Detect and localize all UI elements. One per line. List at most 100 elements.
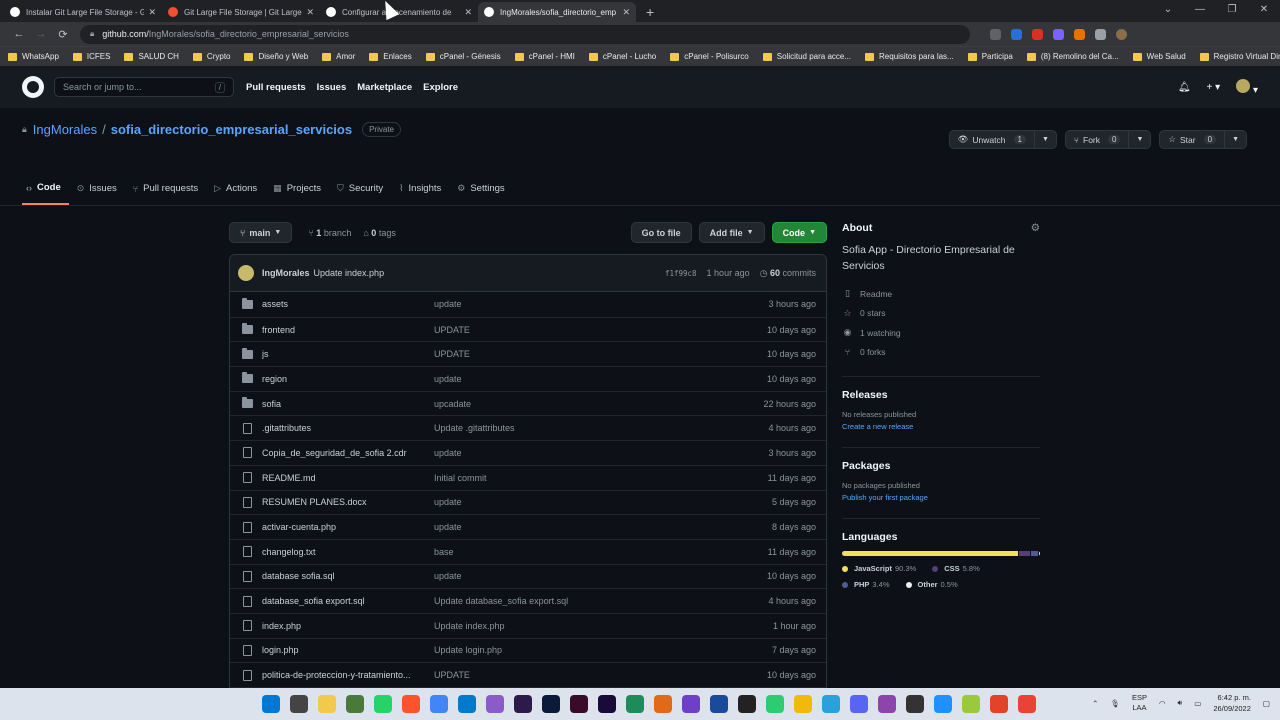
bell-icon[interactable]: 🔔︎ xyxy=(1178,82,1191,93)
file-commit-message[interactable]: upcadate xyxy=(434,399,763,409)
bookmark-item[interactable]: WhatsApp xyxy=(8,52,59,61)
repo-tab-security[interactable]: ⛉ Security xyxy=(333,182,391,205)
taskbar-app-icon[interactable] xyxy=(850,695,868,713)
file-name-link[interactable]: Copia_de_seguridad_de_sofia 2.cdr xyxy=(262,448,434,458)
bookmark-item[interactable]: Diseño y Web xyxy=(244,52,308,61)
file-row[interactable]: sofia upcadate 22 hours ago xyxy=(230,390,826,416)
taskbar-app-icon[interactable] xyxy=(290,695,308,713)
file-name-link[interactable]: frontend xyxy=(262,325,434,335)
file-commit-message[interactable]: UPDATE xyxy=(434,349,767,359)
taskbar-app-icon[interactable] xyxy=(430,695,448,713)
file-commit-message[interactable]: update xyxy=(434,448,768,458)
file-commit-message[interactable]: Update database_sofia export.sql xyxy=(434,596,768,606)
publish-package-link[interactable]: Publish your first package xyxy=(842,492,1040,504)
github-logo-icon[interactable] xyxy=(22,76,44,98)
file-row[interactable]: RESUMEN PLANES.docx update 5 days ago xyxy=(230,489,826,515)
watching-link[interactable]: ◉ 1 watching xyxy=(842,323,1040,343)
taskbar-app-icon[interactable] xyxy=(654,695,672,713)
file-commit-message[interactable]: update xyxy=(434,497,772,507)
commit-author[interactable]: IngMorales xyxy=(262,268,310,278)
global-nav-link[interactable]: Marketplace xyxy=(357,82,412,93)
repo-tab-pull-requests[interactable]: ⑂ Pull requests xyxy=(129,182,206,205)
file-name-link[interactable]: region xyxy=(262,374,434,384)
language-item[interactable]: JavaScript 90.3% xyxy=(842,564,916,573)
file-name-link[interactable]: js xyxy=(262,349,434,359)
taskbar-app-icon[interactable] xyxy=(346,695,364,713)
chevron-down-icon[interactable]: ▼ xyxy=(1224,131,1246,148)
avatar[interactable] xyxy=(238,265,254,281)
taskbar-app-icon[interactable] xyxy=(906,695,924,713)
repo-tab-settings[interactable]: ⚙ Settings xyxy=(453,182,512,205)
user-menu[interactable]: ▾ xyxy=(1236,78,1258,96)
file-name-link[interactable]: changelog.txt xyxy=(262,547,434,557)
address-bar[interactable]: 🔒︎ github.com/IngMorales/sofia_directori… xyxy=(80,24,970,44)
taskbar-app-icon[interactable] xyxy=(682,695,700,713)
branch-select-button[interactable]: ⑂ main ▼ xyxy=(229,222,293,243)
taskbar-app-icon[interactable] xyxy=(962,695,980,713)
unwatch-button[interactable]: 👁︎ Unwatch 1 ▼ xyxy=(948,130,1057,149)
repo-name-link[interactable]: sofia_directorio_empresarial_servicios xyxy=(111,122,352,137)
file-row[interactable]: region update 10 days ago xyxy=(230,366,826,391)
taskbar-app-icon[interactable] xyxy=(458,695,476,713)
file-row[interactable]: js UPDATE 10 days ago xyxy=(230,341,826,366)
packages-heading[interactable]: Packages xyxy=(842,460,890,472)
file-name-link[interactable]: login.php xyxy=(262,645,434,655)
gear-icon[interactable]: ⚙ xyxy=(1031,222,1040,234)
file-name-link[interactable]: politica-de-proteccion-y-tratamiento... xyxy=(262,670,434,680)
file-commit-message[interactable]: Update login.php xyxy=(434,645,772,655)
taskbar-app-icon[interactable] xyxy=(374,695,392,713)
taskbar-app-icon[interactable] xyxy=(934,695,952,713)
language-item[interactable]: CSS 5.8% xyxy=(932,564,980,573)
file-name-link[interactable]: assets xyxy=(262,299,434,309)
profile-avatar[interactable] xyxy=(1116,28,1127,40)
bookmark-item[interactable]: cPanel - Polisurco xyxy=(670,52,749,61)
bookmark-item[interactable]: Requisitos para las... xyxy=(865,52,954,61)
extension-icon[interactable] xyxy=(990,28,1001,40)
search-input[interactable]: Search or jump to... / xyxy=(54,77,234,97)
readme-link[interactable]: ▯ Readme xyxy=(842,284,1040,304)
file-row[interactable]: activar-cuenta.php update 8 days ago xyxy=(230,514,826,539)
chevron-down-icon[interactable]: ▼ xyxy=(1128,131,1150,148)
extension-icon[interactable] xyxy=(1032,28,1043,40)
close-icon[interactable]: ✕ xyxy=(464,7,472,18)
chevron-up-icon[interactable]: ⌃ xyxy=(1092,699,1098,708)
close-icon[interactable]: ✕ xyxy=(306,7,314,18)
commit-sha[interactable]: f1f99c8 xyxy=(665,269,697,278)
browser-tab[interactable]: Configurar almacenamiento de ✕ xyxy=(320,2,478,22)
file-commit-message[interactable]: UPDATE xyxy=(434,670,767,680)
taskbar-app-icon[interactable] xyxy=(822,695,840,713)
file-row[interactable]: index.php Update index.php 1 hour ago xyxy=(230,612,826,638)
taskbar-app-icon[interactable] xyxy=(1018,695,1036,713)
file-row[interactable]: README.md Initial commit 11 days ago xyxy=(230,464,826,490)
bookmark-item[interactable]: cPanel - Lucho xyxy=(588,52,656,61)
taskbar-app-icon[interactable] xyxy=(402,695,420,713)
forks-link[interactable]: ⑂ 0 forks xyxy=(842,343,1040,363)
window-control-button[interactable]: ❐ xyxy=(1216,0,1248,20)
add-file-button[interactable]: Add file ▼ xyxy=(698,222,765,243)
taskbar-app-icon[interactable] xyxy=(598,695,616,713)
file-name-link[interactable]: database_sofia export.sql xyxy=(262,596,434,606)
taskbar-app-icon[interactable] xyxy=(990,695,1008,713)
commit-message[interactable]: Update index.php xyxy=(314,268,385,278)
file-name-link[interactable]: sofia xyxy=(262,399,434,409)
new-tab-button[interactable]: + xyxy=(646,2,654,22)
close-icon[interactable]: ✕ xyxy=(622,7,630,18)
reload-icon[interactable]: ⟳ xyxy=(52,28,74,41)
commits-link[interactable]: ◷ 60 commits xyxy=(760,268,816,279)
fork-button[interactable]: ⑂ Fork 0 ▼ xyxy=(1064,130,1152,149)
file-commit-message[interactable]: update xyxy=(434,374,767,384)
releases-heading[interactable]: Releases xyxy=(842,389,888,401)
file-name-link[interactable]: database sofia.sql xyxy=(262,571,434,581)
bookmark-item[interactable]: cPanel - Génesis xyxy=(425,52,501,61)
file-row[interactable]: login.php Update login.php 7 days ago xyxy=(230,637,826,663)
bookmark-item[interactable]: Registro Virtual Dir... xyxy=(1199,52,1280,61)
repo-owner-link[interactable]: IngMorales xyxy=(33,122,97,137)
bookmark-item[interactable]: Web Salud xyxy=(1132,52,1186,61)
file-name-link[interactable]: .gitattributes xyxy=(262,423,434,433)
puzzle-icon[interactable] xyxy=(1095,28,1106,40)
language-item[interactable]: PHP 3.4% xyxy=(842,580,890,589)
go-to-file-button[interactable]: Go to file xyxy=(630,222,692,243)
create-release-link[interactable]: Create a new release xyxy=(842,421,1040,433)
taskbar-app-icon[interactable] xyxy=(542,695,560,713)
microphone-icon[interactable]: 🎙︎ xyxy=(1110,699,1120,708)
